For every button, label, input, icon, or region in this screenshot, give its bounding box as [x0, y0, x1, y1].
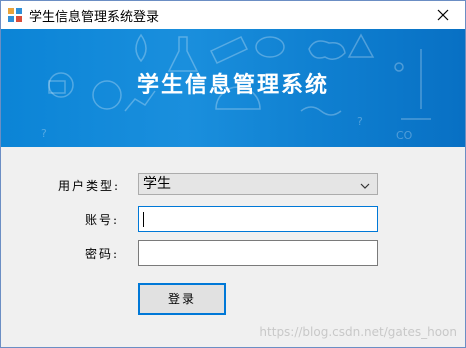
user-type-value: 学生: [143, 176, 171, 192]
password-label: 密码:: [85, 247, 120, 261]
login-button[interactable]: 登录: [138, 283, 226, 315]
password-input[interactable]: [138, 240, 378, 266]
login-window: 学生信息管理系统登录 ? ? CO 学生信息管理系统 用户类型: 学生 账号: …: [0, 0, 466, 348]
text-caret: [143, 212, 144, 227]
svg-text:CO: CO: [396, 129, 413, 142]
svg-text:?: ?: [357, 115, 363, 128]
watermark: https://blog.csdn.net/gates_hoon: [259, 325, 457, 339]
title-bar: 学生信息管理系统登录: [1, 1, 465, 29]
app-icon: [7, 7, 23, 23]
svg-text:?: ?: [41, 127, 47, 140]
banner-title: 学生信息管理系统: [136, 72, 329, 98]
user-type-select[interactable]: 学生: [138, 173, 378, 195]
user-type-label: 用户类型:: [58, 179, 121, 193]
login-form: 用户类型: 学生 账号: 密码: 登录: [1, 147, 465, 347]
chevron-down-icon: [359, 178, 371, 190]
account-label: 账号:: [85, 213, 120, 227]
window-title: 学生信息管理系统登录: [29, 10, 160, 25]
account-input[interactable]: [138, 206, 378, 232]
close-icon: [437, 6, 449, 25]
header-banner: ? ? CO 学生信息管理系统: [1, 29, 465, 147]
close-button[interactable]: [421, 1, 465, 29]
